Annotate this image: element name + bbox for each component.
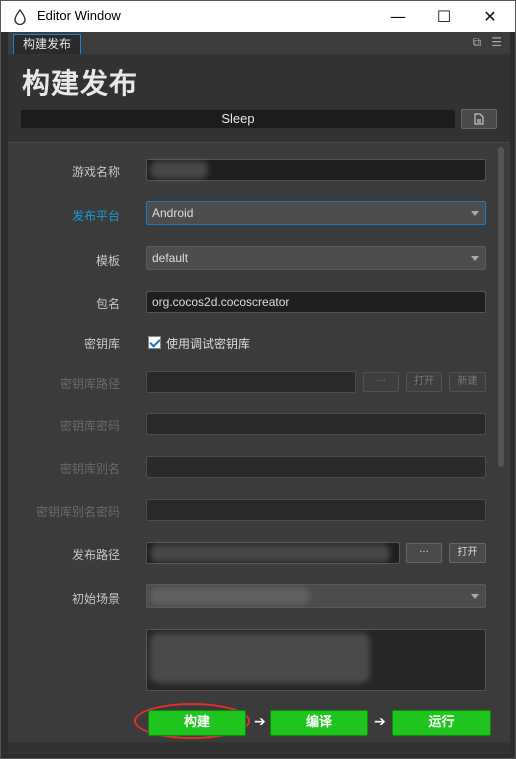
arrow-right-icon: ➔ [374, 714, 386, 730]
tab-bar: 构建发布 ⧉ ☰ [8, 32, 510, 54]
template-value: default [152, 251, 189, 265]
page-title: 构建发布 [22, 67, 139, 100]
minimize-button[interactable]: — [375, 1, 421, 32]
chevron-down-icon [471, 594, 479, 599]
keystore-open-button[interactable]: 打开 [406, 372, 442, 392]
status-bar: Sleep [21, 110, 455, 128]
form-scrollbar[interactable] [498, 147, 504, 467]
compile-button[interactable]: 编译 [270, 710, 368, 736]
run-button[interactable]: 运行 [392, 710, 491, 736]
keystore-path-input[interactable] [146, 371, 356, 393]
initial-scene-label: 初始场景 [71, 592, 120, 606]
platform-select[interactable]: Android [146, 201, 486, 225]
keystore-alias-input[interactable] [146, 456, 486, 478]
game-name-label: 游戏名称 [71, 165, 120, 179]
keystore-alias-label: 密钥库别名 [59, 462, 120, 476]
build-button[interactable]: 构建 [148, 710, 246, 736]
keystore-path-label: 密钥库路径 [59, 377, 120, 391]
package-label: 包名 [95, 297, 120, 311]
window-title: Editor Window [37, 8, 121, 23]
maximize-icon: ☐ [436, 7, 452, 26]
template-label: 模板 [95, 254, 120, 268]
arrow-right-icon: ➔ [254, 714, 266, 730]
build-panel: 构建发布 Sleep 游戏名称 发布平台 Android 模板 default … [8, 54, 510, 754]
alias-password-label: 密钥库别名密码 [35, 505, 120, 519]
publish-path-open-button[interactable]: 打开 [449, 543, 486, 563]
package-input[interactable]: org.cocos2d.cocoscreator [146, 291, 486, 313]
platform-label: 发布平台 [71, 209, 120, 223]
keystore-password-input[interactable] [146, 413, 486, 435]
build-settings-form: 游戏名称 发布平台 Android 模板 default 包名 org.coco… [8, 142, 510, 742]
menu-icon[interactable]: ☰ [491, 35, 502, 50]
redacted-blur [150, 633, 370, 683]
publish-path-browse-button[interactable]: ··· [406, 543, 442, 563]
close-icon: ✕ [483, 7, 497, 26]
redacted-blur [150, 544, 390, 562]
document-icon [474, 113, 484, 125]
chevron-down-icon [471, 256, 479, 261]
close-button[interactable]: ✕ [467, 1, 513, 32]
debug-keystore-label: 使用调试密钥库 [166, 337, 251, 351]
doc-button[interactable] [461, 109, 497, 129]
redacted-blur [150, 161, 208, 179]
maximize-button[interactable]: ☐ [421, 1, 467, 32]
keystore-new-button[interactable]: 新建 [449, 372, 486, 392]
title-bar: Editor Window — ☐ ✕ [1, 1, 515, 32]
keystore-password-label: 密钥库密码 [59, 419, 120, 433]
minimize-icon: — [390, 7, 406, 26]
editor-window: Editor Window — ☐ ✕ 构建发布 ⧉ ☰ 构建发布 Sleep … [0, 0, 516, 759]
keystore-browse-button[interactable]: ··· [363, 372, 399, 392]
publish-path-label: 发布路径 [71, 548, 120, 562]
alias-password-input[interactable] [146, 499, 486, 521]
app-drop-icon [14, 9, 26, 25]
platform-value: Android [152, 206, 194, 220]
redacted-blur [150, 588, 310, 604]
chevron-down-icon [471, 211, 479, 216]
popout-icon[interactable]: ⧉ [473, 35, 482, 50]
debug-keystore-checkbox[interactable] [148, 336, 161, 349]
keystore-label: 密钥库 [83, 337, 120, 351]
tab-build-publish[interactable]: 构建发布 [13, 34, 81, 54]
template-select[interactable]: default [146, 246, 486, 270]
